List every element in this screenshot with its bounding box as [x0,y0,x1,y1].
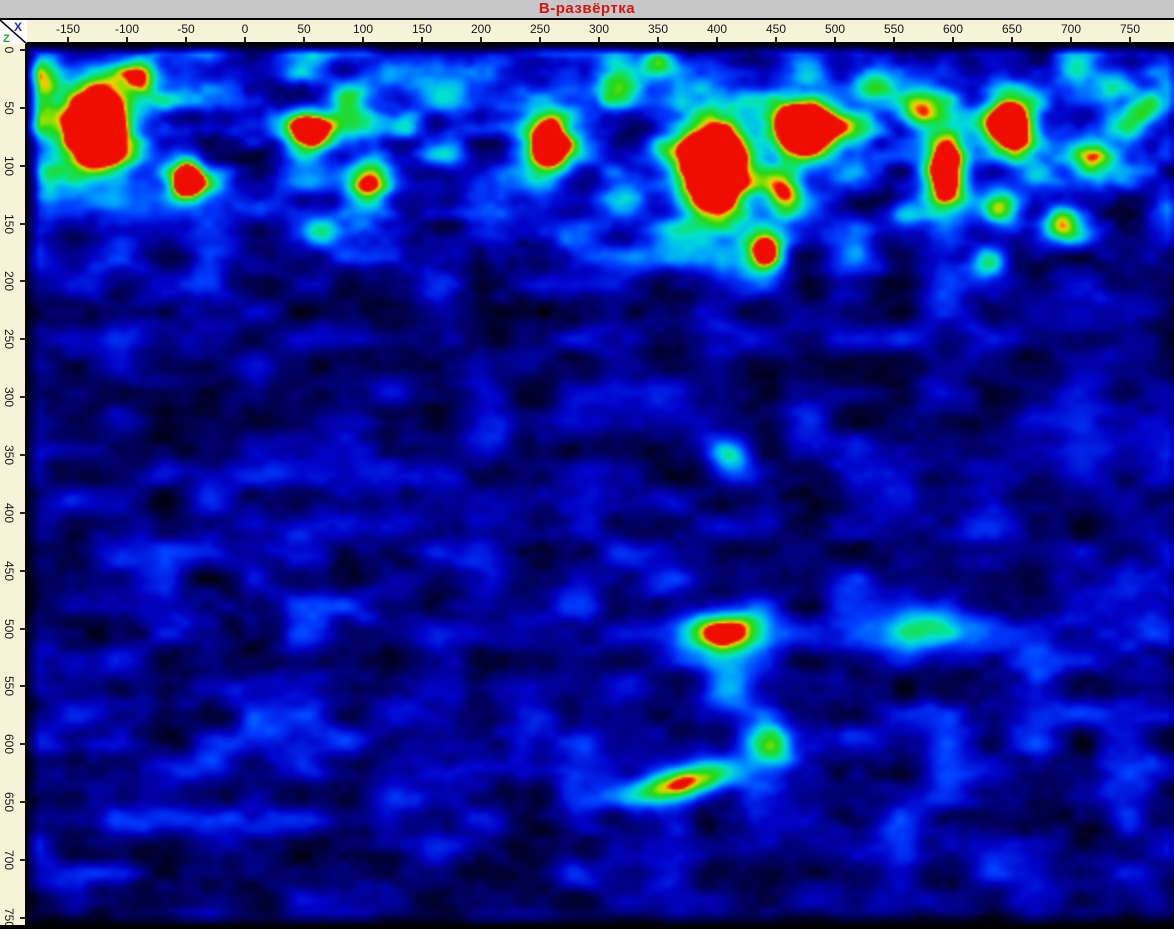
x-tick [362,37,364,42]
x-tick [657,37,659,42]
z-tick-label: 350 [0,437,18,473]
x-tick [244,37,246,42]
z-tick-label: 0 [0,32,18,68]
z-tick [20,628,25,630]
x-tick-label: 300 [577,22,621,36]
z-tick [20,512,25,514]
plot-title: В-развёртка [539,0,635,17]
z-tick-label: 50 [0,90,18,126]
x-tick [539,37,541,42]
z-tick [20,280,25,282]
z-tick [20,859,25,861]
x-tick-label: 700 [1049,22,1093,36]
x-tick-label: 250 [518,22,562,36]
x-tick [1070,37,1072,42]
x-tick [126,37,128,42]
z-tick-label: 300 [0,379,18,415]
x-tick-label: 600 [931,22,975,36]
z-tick [20,396,25,398]
z-tick [20,685,25,687]
z-tick-label: 650 [0,784,18,820]
x-tick-label: 550 [872,22,916,36]
bottom-edge [0,925,1174,929]
x-tick-label: 500 [813,22,857,36]
z-tick-label: 550 [0,668,18,704]
x-tick [952,37,954,42]
x-tick [185,37,187,42]
x-tick-label: 150 [400,22,444,36]
x-tick-label: 750 [1108,22,1152,36]
x-tick-label: 50 [282,22,326,36]
z-tick-label: 600 [0,726,18,762]
x-tick-label: -150 [46,22,90,36]
z-ruler: 0501001502002503003504004505005506006507… [0,44,27,925]
z-tick [20,107,25,109]
x-tick [67,37,69,42]
x-tick-label: 400 [695,22,739,36]
z-tick [20,743,25,745]
x-ruler: -150 -100 -50 0 50 100 150 200 250 300 350 400 450 50… [27,20,1174,44]
x-tick-label: 450 [754,22,798,36]
z-tick [20,917,25,919]
x-tick [893,37,895,42]
x-tick [1129,37,1131,42]
title-bar: В-развёртка [0,0,1174,20]
x-tick [834,37,836,42]
z-tick [20,454,25,456]
x-tick-label: 0 [223,22,267,36]
x-tick-label: 350 [636,22,680,36]
z-tick [20,223,25,225]
z-tick-label: 500 [0,611,18,647]
z-tick [20,801,25,803]
z-tick-label: 250 [0,321,18,357]
z-tick [20,165,25,167]
x-tick-label: 650 [990,22,1034,36]
x-tick [716,37,718,42]
z-tick [20,49,25,51]
x-tick [421,37,423,42]
z-tick-label: 450 [0,553,18,589]
bscan-canvas[interactable] [28,44,1174,929]
x-tick [303,37,305,42]
z-tick-label: 700 [0,842,18,878]
z-tick [20,570,25,572]
x-tick [598,37,600,42]
z-tick-label: 200 [0,263,18,299]
x-tick-label: -50 [164,22,208,36]
z-tick-label: 100 [0,148,18,184]
bscan-window: В-развёртка X Z -150-100-500501001502002… [0,0,1174,929]
x-tick [775,37,777,42]
x-tick-label: -100 [105,22,149,36]
z-tick [20,338,25,340]
x-tick [1011,37,1013,42]
x-tick-label: 200 [459,22,503,36]
x-tick [480,37,482,42]
x-tick-label: 100 [341,22,385,36]
z-tick-label: 150 [0,206,18,242]
z-tick-label: 400 [0,495,18,531]
